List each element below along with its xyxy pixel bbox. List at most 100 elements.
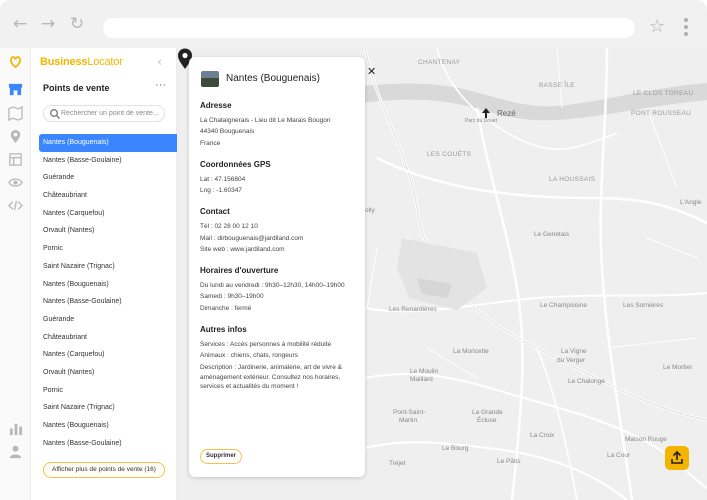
description-text: Description : Jardinerie, animalerie, ar…	[200, 364, 342, 391]
collapse-sidebar-icon[interactable]: ‹	[157, 55, 162, 70]
list-item[interactable]: Nantes (Basse-Goulaine)	[39, 152, 177, 170]
close-icon[interactable]: ✕	[367, 65, 376, 78]
map-label: LE CLOS TOREAU	[633, 90, 694, 97]
map-label: Le Mortier	[663, 364, 693, 371]
map-label: Le Moulin	[410, 368, 439, 375]
contact-heading: Contact	[200, 207, 230, 216]
list-item[interactable]: Châteaubriant	[39, 329, 177, 347]
contact-mail: Mail : dirbouguenais@jardiland.com	[200, 235, 304, 242]
contact-website: Site web : www.jardiland.com	[200, 246, 285, 253]
forward-arrow-icon[interactable]: →	[38, 14, 58, 34]
stats-icon[interactable]	[8, 421, 23, 436]
map-label: Tréjet	[389, 460, 406, 467]
map-label: olly	[365, 207, 375, 214]
map-label: Les Renardières	[389, 306, 437, 313]
list-item[interactable]: Nantes (Bouguenais)	[39, 417, 177, 435]
delete-button[interactable]: Supprimer	[200, 449, 242, 464]
list-item[interactable]: Saint Nazaire (Trignac)	[39, 399, 177, 417]
map-label: La Croix	[530, 432, 555, 439]
list-item[interactable]: Orvault (Nantes)	[39, 364, 177, 382]
list-item[interactable]: Pornic	[39, 382, 177, 400]
store-title: Nantes (Bouguenais)	[226, 73, 320, 84]
list-item[interactable]: Orvault (Nantes)	[39, 222, 177, 240]
list-item[interactable]: Nantes (Carquefou)	[39, 205, 177, 223]
map-label: Le Champsioine	[540, 302, 587, 309]
gps-heading: Coordonnées GPS	[200, 160, 271, 169]
more-options-icon[interactable]: ···	[155, 79, 166, 91]
user-icon[interactable]	[8, 444, 23, 459]
search-icon	[50, 109, 60, 119]
code-icon[interactable]	[8, 198, 23, 213]
search-box[interactable]	[43, 105, 165, 122]
list-item[interactable]: Nantes (Bouguenais)	[39, 276, 177, 294]
list-item[interactable]: Guérande	[39, 169, 177, 187]
address-bar[interactable]	[103, 18, 635, 38]
map-label: PONT ROUSSEAU	[631, 110, 692, 117]
map-label: LA HOUSSAIS	[549, 176, 596, 183]
stores-sidebar: BusinessLocator ‹ Points de vente ··· Na…	[31, 48, 177, 500]
address-heading: Adresse	[200, 101, 232, 110]
list-item[interactable]: Guérande	[39, 311, 177, 329]
address-line: La Chataignerais - Lieu dit Le Marais Bo…	[200, 117, 331, 124]
map-label: Pont-Saint-	[393, 409, 426, 416]
brand-logo: BusinessLocator	[40, 56, 123, 68]
map-label: Le Genetais	[534, 231, 570, 238]
map-label: Le Bourg	[442, 445, 469, 452]
animals-line: Animaux : chiens, chats, rongeurs	[200, 352, 298, 359]
upload-icon	[671, 450, 683, 464]
other-info-heading: Autres infos	[200, 325, 247, 334]
list-item[interactable]: Saint Nazaire (Trignac)	[39, 258, 177, 276]
list-item[interactable]: Nantes (Bouguenais)	[39, 134, 177, 152]
browser-toolbar: ← → ↻ ☆	[0, 0, 707, 48]
sidebar-title: Points de vente	[43, 83, 110, 93]
store-icon[interactable]	[8, 82, 23, 97]
contact-phone: Tél : 02 28 00 12 10	[200, 223, 258, 230]
map-label: LES COUËTS	[427, 151, 472, 158]
map-label: La Moricette	[453, 348, 489, 355]
share-button[interactable]	[665, 446, 689, 470]
hours-line: Samedi : 9h30–19h00	[200, 293, 264, 300]
map-label: Parc du Douet	[465, 118, 497, 124]
hours-line: Du lundi au vendredi : 9h30–12h30, 14h00…	[200, 282, 345, 289]
map-label: Le Pâtis	[497, 458, 521, 465]
gps-lat: Lat : 47.156804	[200, 176, 246, 183]
browser-menu-icon[interactable]	[682, 18, 690, 40]
list-item[interactable]: Pornic	[39, 240, 177, 258]
list-item[interactable]: Châteaubriant	[39, 187, 177, 205]
eye-icon[interactable]	[8, 175, 23, 190]
list-item[interactable]: Nantes (Carquefou)	[39, 346, 177, 364]
reload-icon[interactable]: ↻	[67, 14, 87, 34]
services-line: Services : Accès personnes à mobilité ré…	[200, 341, 332, 348]
map-label: L'Angle	[680, 199, 702, 206]
map-label: Le Chalonge	[568, 378, 605, 385]
map-label: du Verger	[557, 357, 586, 364]
map-icon[interactable]	[8, 106, 23, 121]
map-label: Martin	[399, 417, 418, 424]
browser-window: ← → ↻ ☆ BusinessLocator ‹ Points de vent…	[0, 0, 707, 500]
app-logo-icon	[10, 56, 21, 69]
map-label: Rezé	[497, 109, 516, 118]
map-label: La Cour	[607, 452, 631, 459]
map-label: Maillard	[410, 376, 433, 383]
layout-icon[interactable]	[8, 152, 23, 167]
address-line: 44340 Bouguenais	[200, 128, 255, 135]
bookmark-star-icon[interactable]: ☆	[649, 17, 669, 37]
app-icon-rail	[0, 48, 31, 500]
hours-heading: Horaires d'ouverture	[200, 266, 279, 275]
search-input[interactable]	[61, 107, 163, 120]
map-label: La Grande	[472, 409, 503, 416]
store-list: Nantes (Bouguenais) Nantes (Basse-Goulai…	[39, 134, 177, 452]
map-label: BASSE ÎLE	[539, 82, 575, 89]
map-label: La Vigne	[561, 348, 587, 355]
store-detail-card: ✕ Nantes (Bouguenais) Adresse La Chataig…	[189, 57, 376, 477]
show-more-button[interactable]: Afficher plus de points de vente (16)	[43, 462, 165, 478]
list-item[interactable]: Nantes (Basse-Goulaine)	[39, 293, 177, 311]
map-label: Maison Rouge	[625, 436, 667, 443]
gps-lng: Lng : -1.60347	[200, 187, 242, 194]
list-item[interactable]: Nantes (Basse-Goulaine)	[39, 435, 177, 453]
back-arrow-icon[interactable]: ←	[10, 14, 30, 34]
map-label: Les Sornières	[623, 302, 664, 309]
address-line: France	[200, 140, 221, 147]
park-marker-icon	[482, 108, 490, 118]
location-pin-icon[interactable]	[8, 129, 23, 144]
